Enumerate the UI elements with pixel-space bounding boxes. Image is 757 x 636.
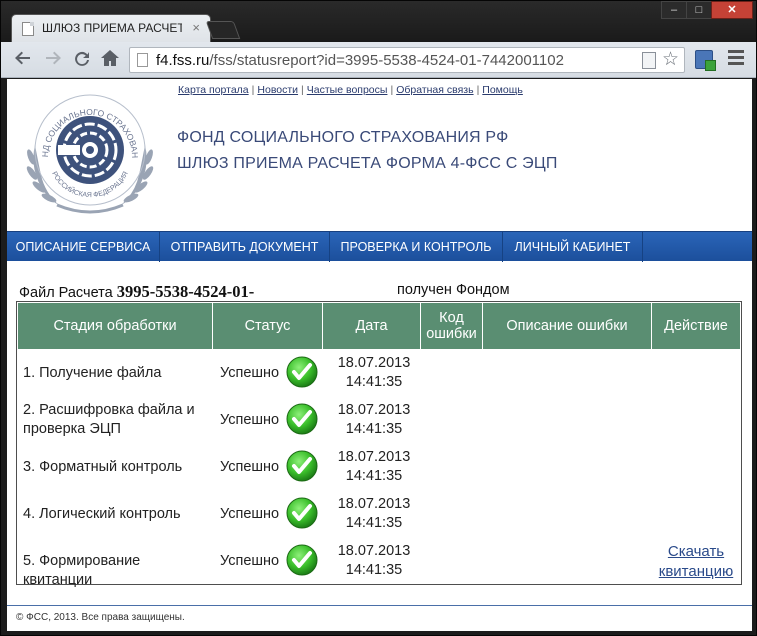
page-icon: [137, 53, 148, 67]
col-status: Статус: [213, 303, 323, 349]
link-site-map[interactable]: Карта портала: [178, 84, 249, 96]
col-stage: Стадия обработки: [18, 303, 213, 349]
status-text: Успешно: [220, 553, 280, 569]
nav-check-control[interactable]: ПРОВЕРКА И КОНТРОЛЬ: [330, 232, 503, 262]
browser-toolbar: f4.fss.ru/fss/statusreport?id=3995-5538-…: [1, 42, 756, 78]
link-news[interactable]: Новости: [257, 84, 298, 96]
status-text: Успешно: [220, 365, 280, 381]
new-tab-button[interactable]: [205, 21, 241, 39]
file-label: Файл Расчета: [19, 285, 113, 301]
browser-menu-icon[interactable]: [728, 50, 744, 69]
window-minimize-button[interactable]: –: [661, 1, 687, 19]
status-text: Успешно: [220, 459, 280, 475]
col-error-code: Код ошибки: [421, 303, 483, 349]
fss-logo: ФОНД СОЦИАЛЬНОГО СТРАХОВАНИЯ РОССИЙСКАЯ …: [17, 87, 154, 214]
bookmark-star-icon[interactable]: ☆: [662, 48, 679, 71]
file-status-line: Файл Расчета 3995-5538-4524-01- получен …: [19, 282, 510, 302]
address-bar[interactable]: f4.fss.ru/fss/statusreport?id=3995-5538-…: [129, 47, 685, 73]
extension-icon[interactable]: [695, 50, 716, 71]
stage-name: 5. Формирование квитанции: [23, 553, 141, 588]
service-title: ШЛЮЗ ПРИЕМА РАСЧЕТА ФОРМА 4-ФСС С ЭЦП: [177, 155, 558, 172]
footer-copyright: © ФСС, 2013. Все права защищены.: [16, 612, 185, 623]
table-row: 3. Форматный контроль Успешно 18.07.2013 14…: [18, 444, 740, 491]
green-check-icon: [286, 544, 318, 576]
status-date: 18.07.2013 14:41:35: [337, 543, 411, 578]
document-icon[interactable]: [642, 52, 656, 69]
nav-service-description[interactable]: ОПИСАНИЕ СЕРВИСА: [7, 232, 160, 262]
footer-divider: [7, 605, 752, 606]
main-nav: ОПИСАНИЕ СЕРВИСА ОТПРАВИТЬ ДОКУМЕНТ ПРОВ…: [7, 231, 752, 262]
back-arrow-icon[interactable]: [11, 48, 35, 72]
link-feedback[interactable]: Обратная связь: [396, 84, 473, 96]
col-action: Действие: [664, 318, 728, 334]
received-text: получен Фондом: [397, 282, 510, 298]
link-help[interactable]: Помощь: [482, 84, 523, 96]
browser-tab-active[interactable]: ШЛЮЗ ПРИЕМА РАСЧЕТ ×: [11, 14, 211, 42]
stage-name: 3. Форматный контроль: [23, 459, 183, 475]
link-faq[interactable]: Частые вопросы: [307, 84, 388, 96]
web-page: ФОНД СОЦИАЛЬНОГО СТРАХОВАНИЯ РОССИЙСКАЯ …: [7, 79, 752, 631]
address-url[interactable]: f4.fss.ru/fss/statusreport?id=3995-5538-…: [156, 52, 564, 69]
org-title: ФОНД СОЦИАЛЬНОГО СТРАХОВАНИЯ РФ: [177, 129, 509, 146]
browser-window: ШЛЮЗ ПРИЕМА РАСЧЕТ × – □ ✕ f4.fss.ru/fss…: [0, 0, 757, 636]
status-date: 18.07.2013 14:41:35: [337, 402, 411, 437]
file-id: 3995-5538-4524-01-: [116, 282, 255, 301]
green-check-icon: [286, 356, 318, 388]
status-table: Стадия обработки Статус Дата Код ошибки …: [16, 301, 742, 588]
status-text: Успешно: [220, 412, 280, 428]
green-check-icon: [286, 497, 318, 529]
table-row: 4. Логический контроль Успешно 18.07.2013 1…: [18, 491, 740, 538]
page-favicon-icon: [22, 22, 34, 36]
window-close-button[interactable]: ✕: [711, 1, 753, 19]
reload-icon[interactable]: [70, 48, 94, 72]
status-date: 18.07.2013 14:41:35: [337, 355, 411, 390]
col-error-description: Описание ошибки: [483, 303, 652, 349]
forward-arrow-icon[interactable]: [41, 48, 65, 72]
window-maximize-button[interactable]: □: [686, 1, 712, 19]
green-check-icon: [286, 450, 318, 482]
stage-name: 1. Получение файла: [23, 365, 162, 381]
table-row: 5. Формирование квитанции Успешно 18.07.20…: [18, 538, 740, 588]
status-date: 18.07.2013 14:41:35: [337, 449, 411, 484]
status-date: 18.07.2013 14:41:35: [337, 496, 411, 531]
stage-name: 4. Логический контроль: [23, 506, 181, 522]
nav-personal-account[interactable]: ЛИЧНЫЙ КАБИНЕТ: [503, 232, 643, 262]
browser-titlebar: ШЛЮЗ ПРИЕМА РАСЧЕТ × – □ ✕: [1, 1, 756, 42]
tab-title: ШЛЮЗ ПРИЕМА РАСЧЕТ: [42, 21, 182, 35]
download-receipt-link[interactable]: Скачать квитанцию: [652, 542, 740, 582]
col-date: Дата: [323, 303, 421, 349]
table-row: 1. Получение файла Успешно 18.07.2013 14:41…: [18, 350, 740, 397]
table-row: 2. Расшифровка файла и проверка ЭЦП Успеш…: [18, 397, 740, 444]
nav-send-document[interactable]: ОТПРАВИТЬ ДОКУМЕНТ: [160, 232, 330, 262]
stage-name: 2. Расшифровка файла и проверка ЭЦП: [23, 402, 195, 437]
green-check-icon: [286, 403, 318, 435]
status-text: Успешно: [220, 506, 280, 522]
top-links: Карта портала | Новости | Частые вопросы | Обр…: [178, 84, 523, 96]
tab-close-icon[interactable]: ×: [192, 20, 200, 35]
table-header: Стадия обработки Статус Дата Код ошибки …: [18, 303, 740, 349]
home-icon[interactable]: [98, 48, 122, 72]
